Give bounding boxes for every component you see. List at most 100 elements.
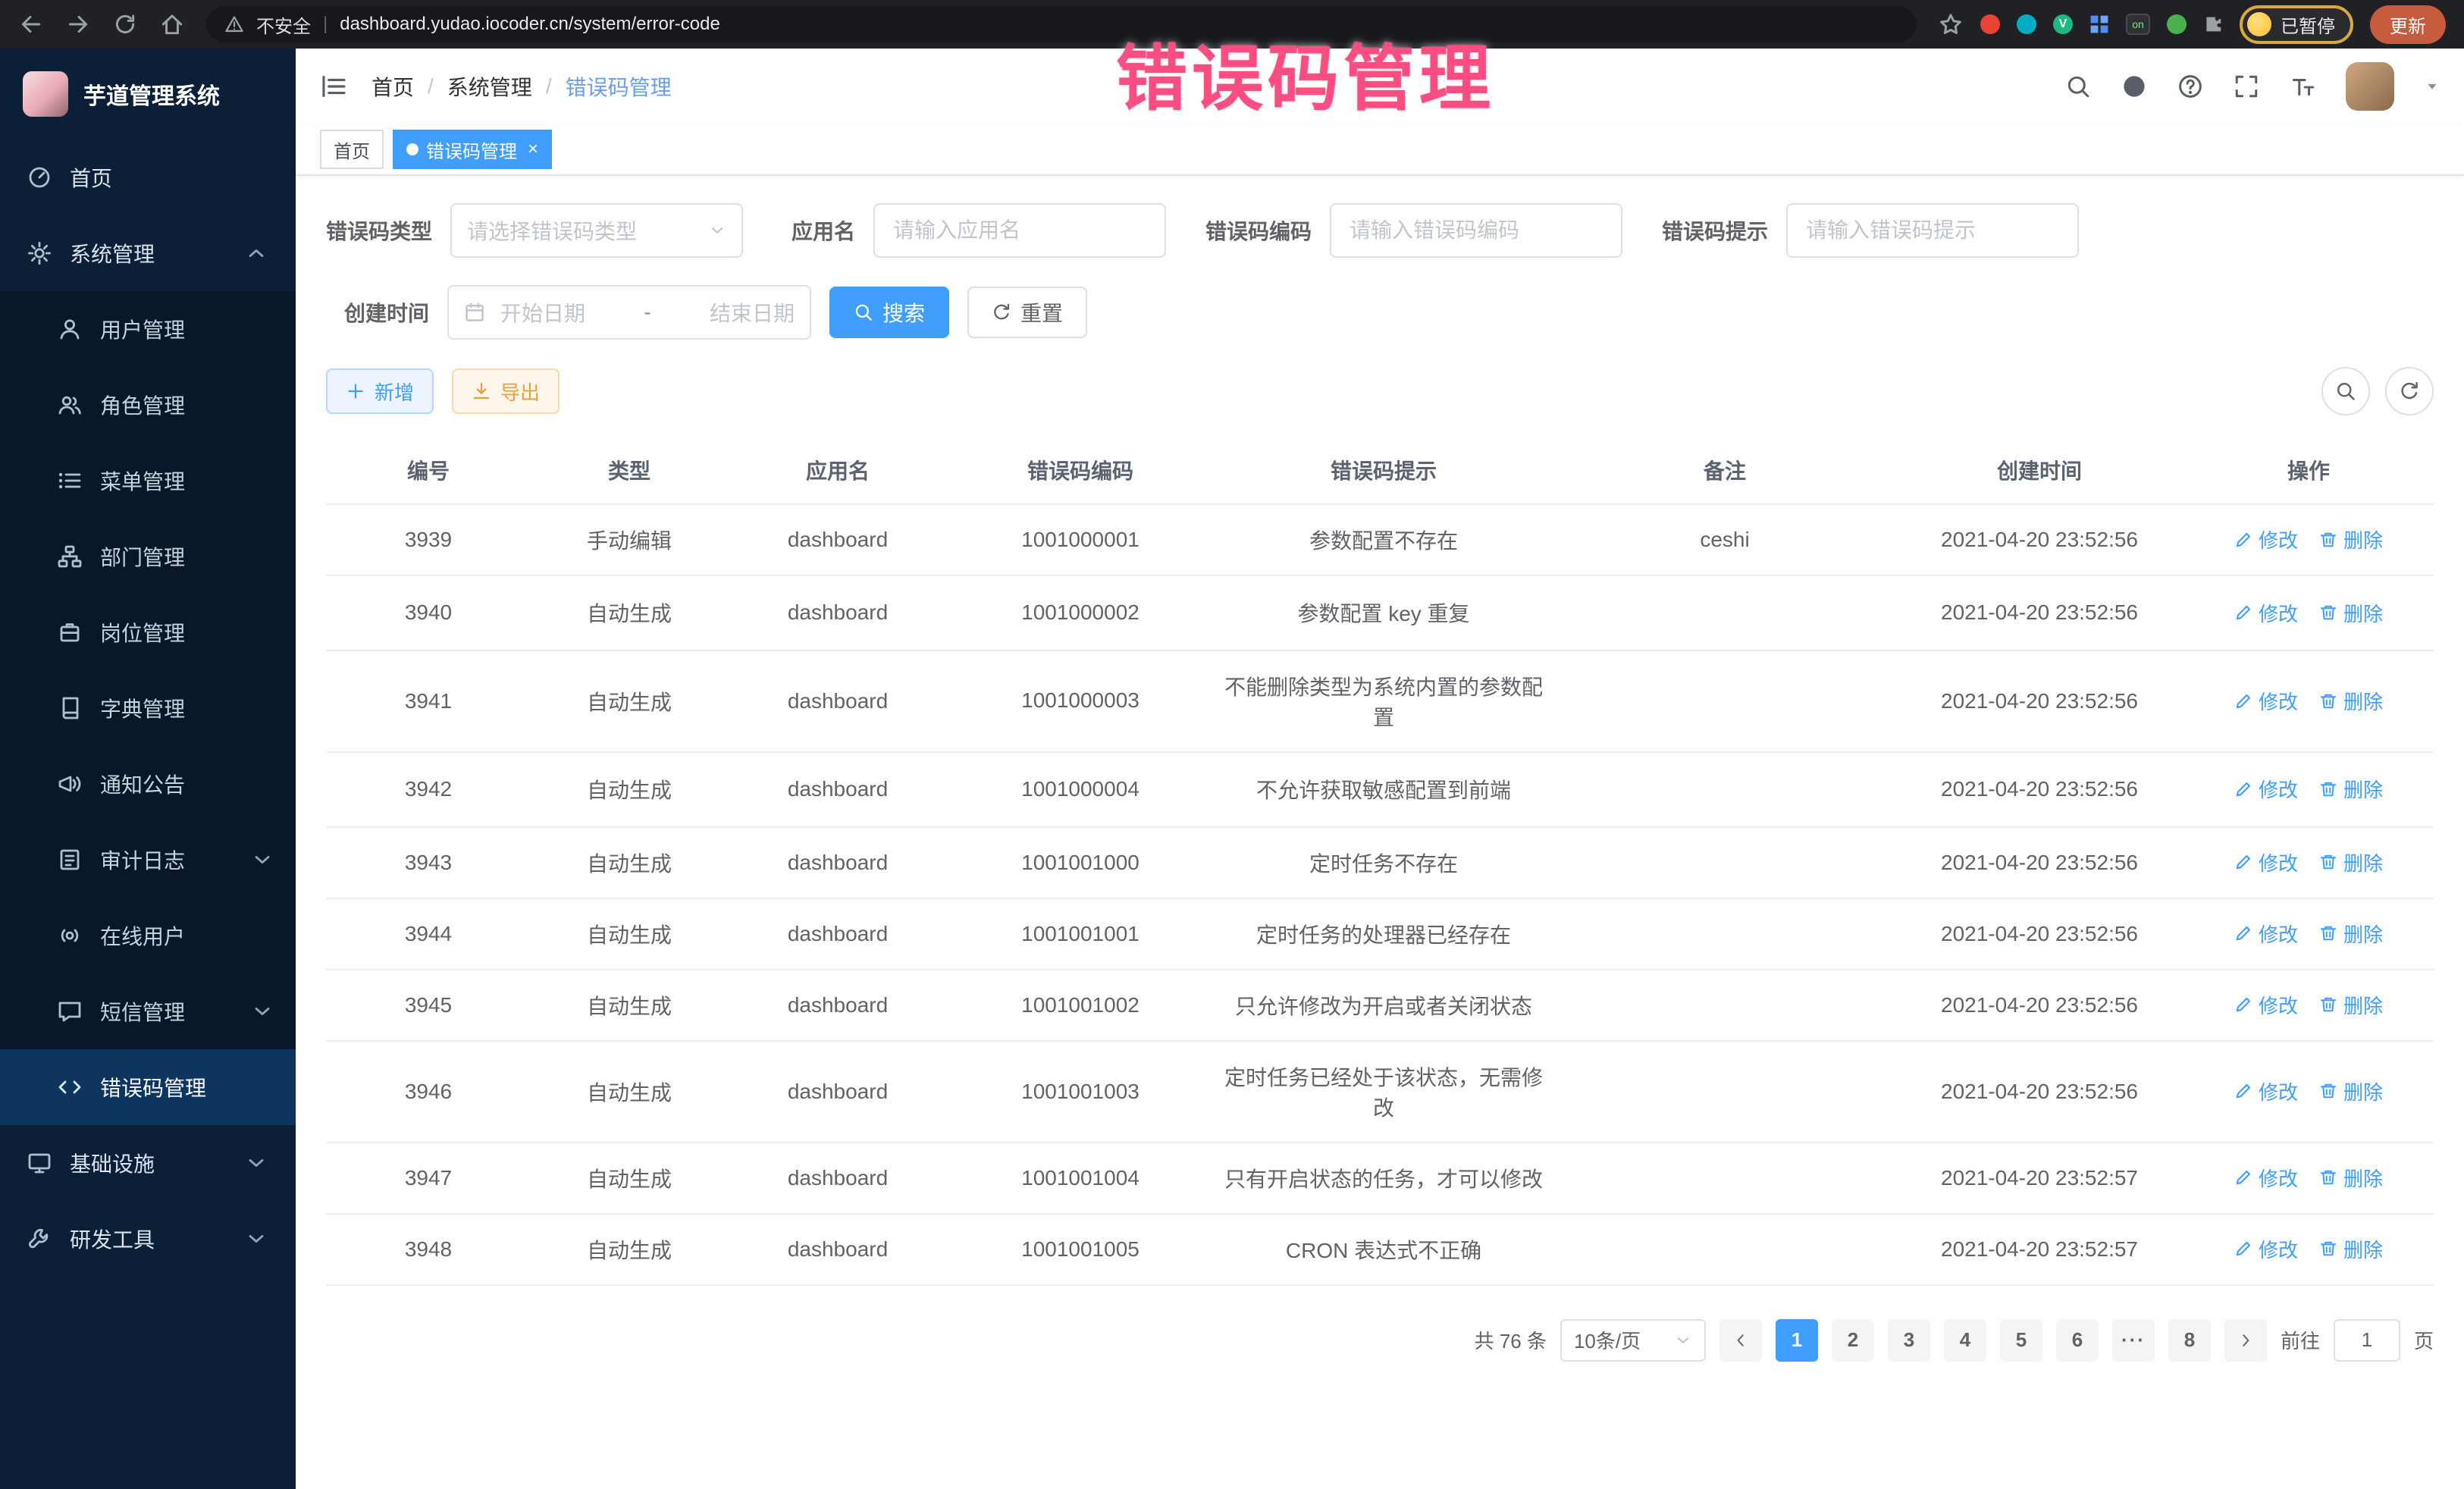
goto-page-input[interactable] [2334,1319,2400,1362]
cell-code: 1001001001 [948,898,1213,970]
on-extension-icon[interactable]: on [2126,14,2150,35]
update-button[interactable]: 更新 [2370,5,2446,44]
breadcrumb-system[interactable]: 系统管理 [447,71,532,102]
help-icon[interactable] [2177,74,2203,99]
sidebar-item-online-users[interactable]: 在线用户 [0,898,296,973]
search-button[interactable]: 搜索 [829,287,949,338]
leaf-extension-icon[interactable] [2167,14,2187,34]
delete-link[interactable]: 删除 [2319,848,2383,876]
sidebar-item-menus[interactable]: 菜单管理 [0,443,296,519]
error-type-select[interactable]: 请选择错误码类型 [450,203,743,258]
edit-link[interactable]: 修改 [2234,525,2298,553]
filter-row-2: 创建时间 开始日期 - 结束日期 搜索 重置 [326,285,2434,340]
export-button[interactable]: 导出 [452,368,560,414]
delete-link[interactable]: 删除 [2319,525,2383,553]
app-name-input[interactable] [873,203,1166,258]
edit-link[interactable]: 修改 [2234,1164,2298,1192]
prev-page-button[interactable] [1719,1319,1762,1362]
sidebar-item-roles[interactable]: 角色管理 [0,367,296,443]
date-end-placeholder: 结束日期 [710,297,795,328]
delete-link[interactable]: 删除 [2319,687,2383,715]
sidebar-item-system[interactable]: 系统管理 [0,215,296,291]
sidebar-item-dev-tools[interactable]: 研发工具 [0,1201,296,1277]
delete-link[interactable]: 删除 [2319,1077,2383,1105]
teal-extension-icon[interactable] [2017,14,2036,34]
sidebar-item-infrastructure[interactable]: 基础设施 [0,1125,296,1201]
avatar[interactable] [2346,62,2394,111]
close-icon[interactable]: × [525,140,538,158]
error-hint-input[interactable] [1786,203,2079,258]
edit-link[interactable]: 修改 [2234,599,2298,627]
paused-badge[interactable]: 已暂停 [2240,5,2353,44]
puzzle-extension-icon[interactable] [2203,14,2223,34]
edit-link[interactable]: 修改 [2234,920,2298,948]
edit-link[interactable]: 修改 [2234,991,2298,1019]
filter-row-1: 错误码类型 请选择错误码类型 应用名 错误码编码 [326,203,2434,258]
table-row: 3941 自动生成 dashboard 1001000003 不能删除类型为系统… [326,650,2434,752]
reload-icon[interactable] [112,11,138,37]
edit-link[interactable]: 修改 [2234,848,2298,876]
sidebar-item-departments[interactable]: 部门管理 [0,519,296,594]
sidebar-item-audit-log[interactable]: 审计日志 [0,822,296,898]
cell-type: 手动编辑 [531,504,728,575]
cell-app: dashboard [728,1143,948,1214]
breadcrumb-home[interactable]: 首页 [371,71,414,102]
delete-link[interactable]: 删除 [2319,920,2383,948]
delete-link[interactable]: 删除 [2319,775,2383,803]
delete-link[interactable]: 删除 [2319,599,2383,627]
tab-home[interactable]: 首页 [320,130,384,169]
address-bar[interactable]: 不安全 | dashboard.yudao.iocoder.cn/system/… [206,6,1917,42]
cell-type: 自动生成 [531,898,728,970]
fullscreen-icon[interactable] [2234,74,2259,99]
home-icon[interactable] [159,11,185,37]
edit-link[interactable]: 修改 [2234,1235,2298,1263]
caret-down-icon[interactable] [2425,79,2440,94]
sidebar-item-users[interactable]: 用户管理 [0,291,296,367]
edit-link[interactable]: 修改 [2234,687,2298,715]
page-button[interactable]: 5 [2000,1319,2042,1362]
sidebar-item-label: 研发工具 [70,1224,155,1254]
delete-link[interactable]: 删除 [2319,1235,2383,1263]
date-range-picker[interactable]: 开始日期 - 结束日期 [447,285,811,340]
toggle-search-button[interactable] [2321,367,2370,415]
back-icon[interactable] [18,11,44,37]
edit-link[interactable]: 修改 [2234,1077,2298,1105]
page-size-select[interactable]: 10条/页 [1560,1319,1706,1362]
page-button[interactable]: 2 [1832,1319,1874,1362]
grid-extension-icon[interactable] [2089,14,2109,34]
forward-icon[interactable] [65,11,91,37]
page-button[interactable]: 8 [2168,1319,2211,1362]
github-icon[interactable] [2121,74,2147,99]
record-extension-icon[interactable] [1980,14,2000,34]
add-button[interactable]: 新增 [326,368,434,414]
tab-error-code[interactable]: 错误码管理 × [393,130,552,169]
search-icon[interactable] [2065,74,2091,99]
font-size-icon[interactable] [2290,74,2315,99]
more-pages-button[interactable]: ··· [2112,1319,2155,1362]
green-v-extension-icon[interactable]: V [2053,14,2073,34]
delete-link[interactable]: 删除 [2319,1164,2383,1192]
star-icon[interactable] [1938,11,1964,37]
sidebar-item-positions[interactable]: 岗位管理 [0,594,296,670]
sidebar-item-announcements[interactable]: 通知公告 [0,746,296,822]
trash-icon [2319,1168,2337,1186]
page-button[interactable]: 3 [1888,1319,1930,1362]
next-page-button[interactable] [2224,1319,2267,1362]
page-button[interactable]: 1 [1776,1319,1818,1362]
page-button[interactable]: 6 [2056,1319,2099,1362]
sidebar-item-label: 通知公告 [100,769,185,799]
error-code-input[interactable] [1330,203,1622,258]
page-button[interactable]: 4 [1944,1319,1986,1362]
sidebar-item-sms[interactable]: 短信管理 [0,973,296,1049]
delete-link[interactable]: 删除 [2319,991,2383,1019]
hamburger-icon[interactable] [320,73,347,100]
sidebar-item-home[interactable]: 首页 [0,139,296,215]
cell-created: 2021-04-20 23:52:57 [1895,1214,2183,1285]
sidebar-item-error-code[interactable]: 错误码管理 [0,1049,296,1125]
reset-button[interactable]: 重置 [967,287,1087,338]
edit-link[interactable]: 修改 [2234,775,2298,803]
cell-remark [1554,1143,1895,1214]
pencil-icon [2234,603,2252,622]
refresh-table-button[interactable] [2385,367,2434,415]
sidebar-item-dictionary[interactable]: 字典管理 [0,670,296,746]
